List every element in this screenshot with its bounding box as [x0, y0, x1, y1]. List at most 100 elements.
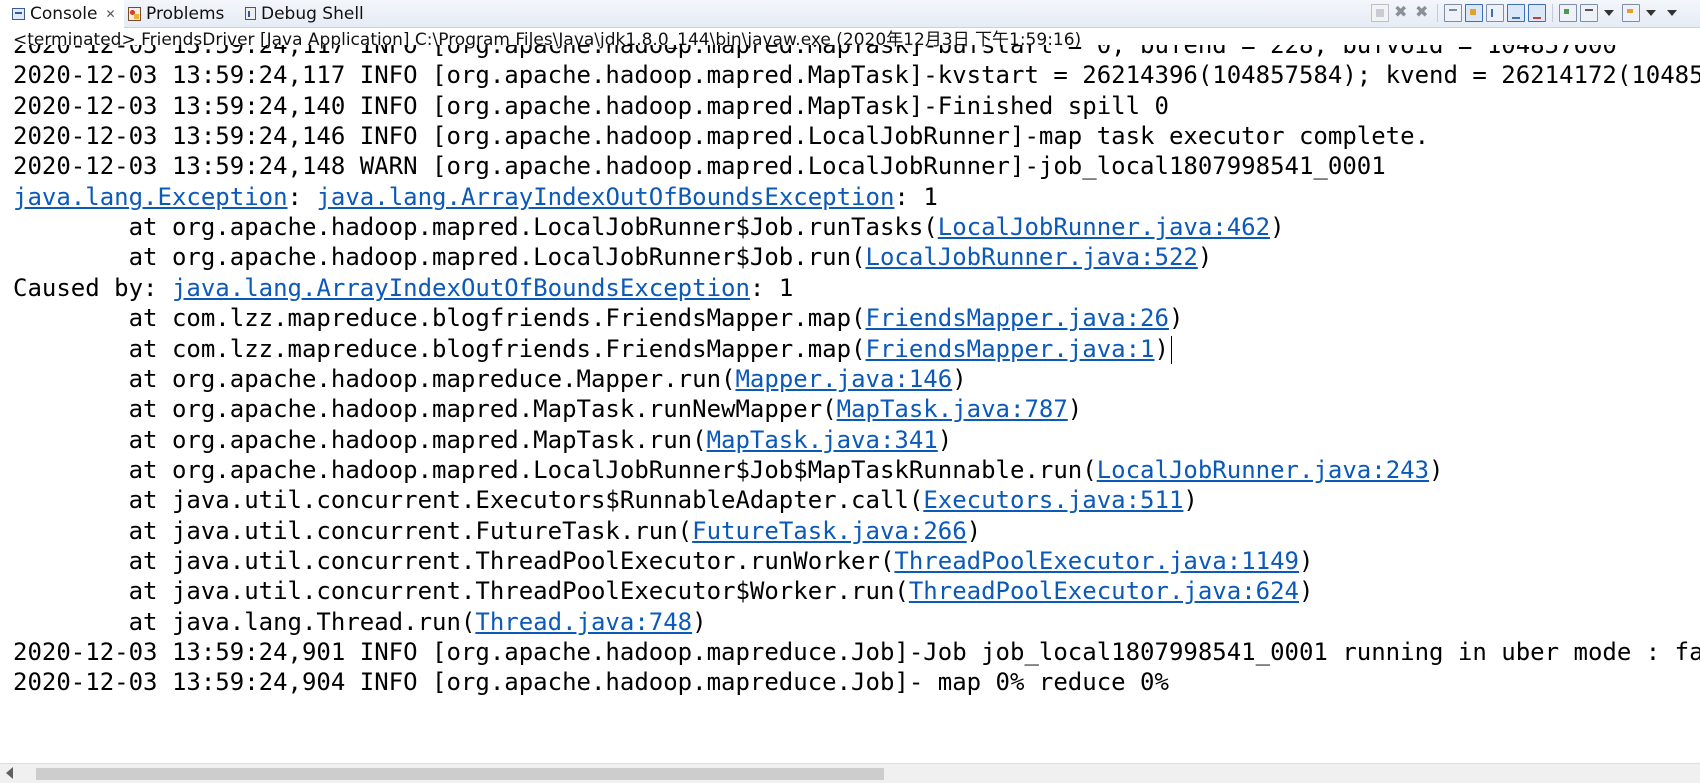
console-line: 2020-12-03 13:59:24,140 INFO [org.apache… — [13, 90, 1169, 123]
stack-trace-link[interactable]: LocalJobRunner.java:243 — [1097, 456, 1429, 484]
toolbar-separator — [1552, 4, 1553, 22]
clear-console-icon[interactable] — [1444, 4, 1462, 22]
console-line: at java.util.concurrent.ThreadPoolExecut… — [13, 575, 1314, 608]
console-text: 2020-12-03 13:59:24,148 WARN [org.apache… — [13, 152, 1386, 181]
pin-console-icon[interactable] — [1559, 4, 1577, 22]
stack-trace-link[interactable]: FutureTask.java:266 — [692, 517, 967, 545]
console-text: : 1 — [749, 273, 794, 302]
console-line: java.lang.Exception: java.lang.ArrayInde… — [13, 181, 938, 214]
console-text: ) — [1299, 577, 1314, 606]
console-line: at org.apache.hadoop.mapred.LocalJobRunn… — [13, 241, 1213, 274]
stack-trace-link[interactable]: ThreadPoolExecutor.java:1149 — [894, 547, 1299, 575]
stack-trace-link[interactable]: MapTask.java:341 — [707, 426, 938, 454]
tab-problems-label: Problems — [146, 3, 225, 24]
console-text: 2020-12-03 13:59:24,117 INFO [org.apache… — [13, 61, 1700, 90]
tab-problems[interactable]: Problems — [128, 0, 224, 27]
toolbar-separator — [1437, 4, 1438, 22]
console-text: ) — [1197, 243, 1213, 272]
console-line: at java.util.concurrent.FutureTask.run(F… — [13, 515, 982, 548]
stack-trace-link[interactable]: LocalJobRunner.java:462 — [938, 213, 1270, 241]
stack-trace-link[interactable]: FriendsMapper.java:26 — [866, 304, 1169, 332]
console-line: at com.lzz.mapreduce.blogfriends.Friends… — [13, 302, 1184, 335]
console-line: at com.lzz.mapreduce.blogfriends.Friends… — [13, 333, 1172, 366]
word-wrap-icon[interactable] — [1486, 4, 1504, 22]
console-line: at org.apache.hadoop.mapred.MapTask.runN… — [13, 393, 1083, 426]
console-text: ) — [952, 364, 967, 393]
stack-trace-link[interactable]: ThreadPoolExecutor.java:624 — [909, 577, 1299, 605]
console-line: 2020-12-03 13:59:24,146 INFO [org.apache… — [13, 120, 1429, 153]
stack-trace-link[interactable]: LocalJobRunner.java:522 — [866, 243, 1198, 271]
console-text: at org.apache.hadoop.mapred.MapTask.runN… — [13, 395, 837, 424]
console-line: at org.apache.hadoop.mapreduce.Mapper.ru… — [13, 363, 967, 396]
terminate-icon[interactable] — [1371, 4, 1389, 22]
tab-console-label: Console — [30, 4, 98, 24]
console-text: at java.util.concurrent.FutureTask.run( — [13, 516, 693, 545]
console-actions: ✖ ✖ — [1371, 2, 1682, 24]
console-text: at java.lang.Thread.run( — [13, 607, 476, 636]
tab-console[interactable]: Console ✕ — [0, 0, 124, 28]
remove-launch-icon[interactable]: ✖ — [1392, 2, 1410, 22]
console-line: 2020-12-03 13:59:24,117 INFO [org.apache… — [13, 59, 1700, 92]
console-text: ) — [1154, 334, 1169, 363]
console-text: 2020-12-03 13:59:24,146 INFO [org.apache… — [13, 122, 1430, 151]
tab-debug-shell-label: Debug Shell — [261, 3, 364, 24]
console-text: at com.lzz.mapreduce.blogfriends.Friends… — [13, 304, 866, 333]
console-text: at org.apache.hadoop.mapred.LocalJobRunn… — [13, 213, 938, 242]
console-text: 2020-12-03 13:59:24,117 INFO [org.apache… — [13, 45, 1617, 59]
scrollbar-thumb[interactable] — [36, 768, 884, 780]
stack-trace-link[interactable]: java.lang.ArrayIndexOutOfBoundsException — [172, 274, 750, 302]
close-icon[interactable]: ✕ — [106, 7, 116, 21]
chevron-down-icon[interactable] — [1601, 4, 1619, 22]
console-text: ) — [1183, 486, 1198, 515]
console-text: ) — [1429, 455, 1444, 484]
console-line: at java.lang.Thread.run(Thread.java:748) — [13, 606, 707, 639]
tab-debug-shell[interactable]: Debug Shell — [245, 0, 364, 27]
console-line: at org.apache.hadoop.mapred.LocalJobRunn… — [13, 454, 1444, 487]
console-line: 2020-12-03 13:59:24,904 INFO [org.apache… — [13, 666, 1169, 699]
horizontal-scrollbar[interactable] — [0, 763, 1700, 783]
stack-trace-link[interactable]: java.lang.Exception — [13, 183, 288, 211]
text-caret — [1170, 335, 1172, 364]
console-icon — [12, 8, 25, 20]
console-line: at org.apache.hadoop.mapred.MapTask.run(… — [13, 424, 953, 457]
console-text: 2020-12-03 13:59:24,901 INFO [org.apache… — [13, 638, 1700, 666]
console-output[interactable]: 2020-12-03 13:59:24,117 INFO [org.apache… — [0, 45, 1700, 763]
console-text: at org.apache.hadoop.mapred.MapTask.run( — [13, 425, 707, 454]
console-line: 2020-12-03 13:59:24,901 INFO [org.apache… — [13, 636, 1700, 669]
console-text: ) — [1298, 546, 1314, 575]
stack-trace-link[interactable]: Mapper.java:146 — [735, 365, 952, 393]
console-text: ) — [937, 425, 953, 454]
console-line: 2020-12-03 13:59:24,148 WARN [org.apache… — [13, 150, 1386, 183]
console-text: at java.util.concurrent.ThreadPoolExecut… — [13, 546, 895, 575]
remove-all-terminated-icon[interactable]: ✖ — [1413, 2, 1431, 22]
console-text: 2020-12-03 13:59:24,904 INFO [org.apache… — [13, 668, 1169, 697]
debug-shell-icon — [245, 7, 256, 20]
show-on-stdout-icon[interactable] — [1507, 4, 1525, 22]
console-text: at org.apache.hadoop.mapred.LocalJobRunn… — [13, 243, 866, 272]
console-text: ) — [1168, 304, 1184, 333]
open-console-icon[interactable] — [1622, 4, 1640, 22]
scroll-left-arrow-icon[interactable] — [6, 767, 13, 779]
stack-trace-link[interactable]: java.lang.ArrayIndexOutOfBoundsException — [316, 183, 894, 211]
console-line: at java.util.concurrent.Executors$Runnab… — [13, 484, 1198, 517]
console-line: at java.util.concurrent.ThreadPoolExecut… — [13, 545, 1314, 578]
console-text: Caused by: — [13, 273, 172, 302]
show-on-stderr-icon[interactable] — [1528, 4, 1546, 22]
console-text: at org.apache.hadoop.mapred.LocalJobRunn… — [13, 455, 1097, 484]
console-text: ) — [692, 607, 707, 636]
problems-icon — [128, 6, 141, 21]
stack-trace-link[interactable]: MapTask.java:787 — [837, 395, 1068, 423]
stack-trace-link[interactable]: Executors.java:511 — [923, 486, 1183, 514]
stack-trace-link[interactable]: Thread.java:748 — [475, 608, 692, 636]
console-text: at java.util.concurrent.ThreadPoolExecut… — [13, 577, 909, 606]
console-text: ) — [1270, 213, 1285, 242]
display-selected-console-icon[interactable] — [1580, 4, 1598, 22]
console-text: at com.lzz.mapreduce.blogfriends.Friends… — [13, 334, 866, 363]
console-line: Caused by: java.lang.ArrayIndexOutOfBoun… — [13, 272, 793, 305]
chevron-down-icon[interactable] — [1643, 4, 1661, 22]
stack-trace-link[interactable]: FriendsMapper.java:1 — [866, 335, 1155, 363]
console-text: 2020-12-03 13:59:24,140 INFO [org.apache… — [13, 91, 1169, 120]
view-menu-icon[interactable] — [1664, 4, 1682, 22]
scroll-lock-icon[interactable] — [1465, 4, 1483, 22]
console-line: at org.apache.hadoop.mapred.LocalJobRunn… — [13, 211, 1285, 244]
